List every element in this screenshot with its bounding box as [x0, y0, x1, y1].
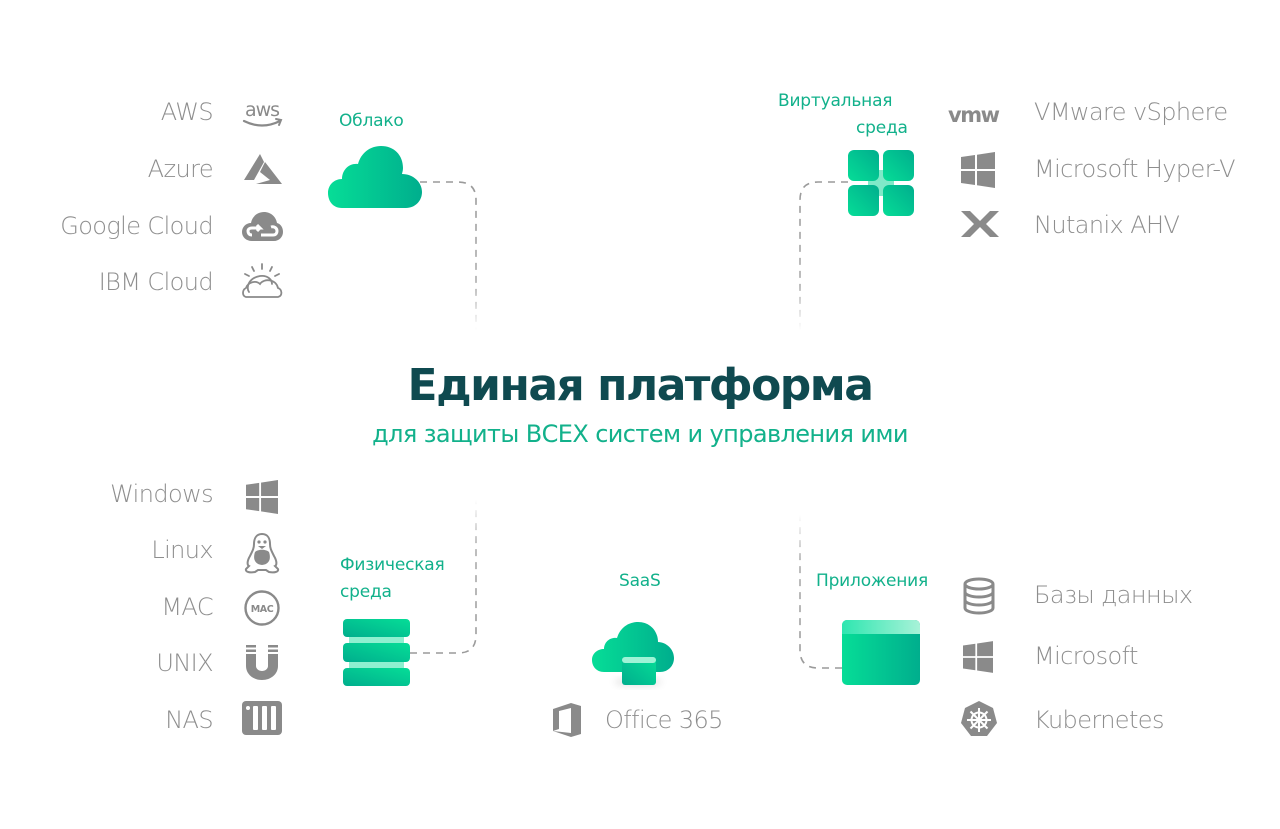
category-physical-label-line2: среда [340, 582, 392, 602]
virtual-grid-icon [848, 150, 914, 216]
connector-virtual [799, 181, 848, 330]
category-apps-label: Приложения [816, 571, 929, 591]
windows-icon [963, 641, 993, 673]
item-unix: UNIX [156, 649, 213, 677]
item-databases: Базы данных [1034, 581, 1193, 609]
item-microsoft-hyper-v: Microsoft Hyper-V [1034, 155, 1236, 183]
mac-icon: MAC [244, 590, 280, 626]
svg-text:vmw: vmw [948, 104, 1000, 126]
connector-cloud [420, 181, 477, 330]
page-subtitle: для защиты ВСЕХ систем и управления ими [372, 420, 908, 448]
category-virtual-label-line1: Виртуальная [778, 91, 893, 111]
cloud-icon [328, 146, 422, 208]
unix-icon [246, 645, 278, 680]
item-ibm-cloud: IBM Cloud [98, 268, 214, 296]
windows-icon [961, 152, 995, 188]
category-physical-label-line1: Физическая [340, 555, 445, 575]
app-window-icon [842, 620, 920, 685]
google-cloud-icon [242, 212, 283, 241]
page-title: Единая платформа [407, 360, 874, 411]
aws-icon: aws [242, 99, 283, 127]
windows-icon [246, 480, 278, 514]
vmware-icon: vmw [948, 104, 1001, 126]
item-nas: NAS [165, 706, 213, 734]
server-stack-icon [343, 619, 410, 686]
item-office-365: Office 365 [605, 706, 723, 734]
item-nutanix-ahv: Nutanix AHV [1034, 211, 1180, 239]
item-vmware-vsphere: VMware vSphere [1034, 98, 1228, 126]
office365-icon [553, 703, 581, 737]
kubernetes-icon [961, 701, 997, 736]
item-windows: Windows [110, 480, 214, 508]
item-kubernetes: Kubernetes [1034, 706, 1164, 734]
nas-icon [242, 701, 282, 735]
nutanix-icon [961, 211, 999, 237]
svg-text:MAC: MAC [251, 604, 274, 615]
category-saas-label: SaaS [619, 571, 661, 591]
ibm-cloud-icon [242, 263, 283, 298]
linux-icon [244, 532, 280, 574]
category-cloud-label: Облако [339, 111, 404, 131]
azure-icon [244, 154, 282, 184]
item-linux: Linux [151, 536, 213, 564]
category-virtual-label-line2: среда [856, 118, 908, 138]
saas-cloud-icon [592, 622, 674, 686]
database-icon [963, 577, 995, 615]
svg-text:aws: aws [245, 99, 279, 121]
item-aws: AWS [160, 98, 214, 126]
item-azure: Azure [147, 155, 214, 183]
item-microsoft: Microsoft [1034, 642, 1138, 670]
item-mac: MAC [161, 593, 213, 621]
item-google-cloud: Google Cloud [60, 212, 213, 240]
